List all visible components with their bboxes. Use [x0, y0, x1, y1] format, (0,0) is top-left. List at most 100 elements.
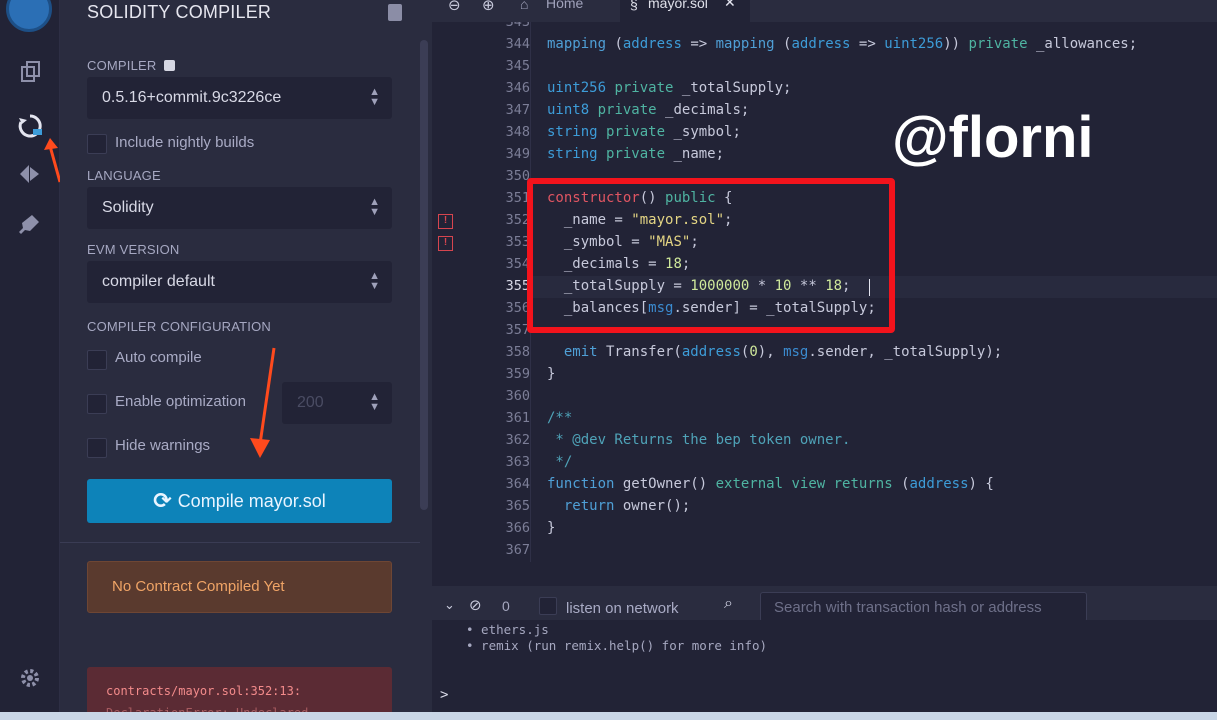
line-number: 360 — [505, 388, 530, 404]
remix-logo-icon[interactable] — [6, 0, 52, 32]
tab-home[interactable]: ⌂ Home — [520, 0, 612, 22]
status-alert: No Contract Compiled Yet — [87, 561, 392, 613]
line-number: 352 — [505, 212, 530, 228]
compile-button-label: Compile mayor.sol — [177, 490, 326, 511]
file-icon: § — [630, 0, 638, 12]
watermark-text: @florni — [892, 105, 1094, 170]
line-number: 365 — [505, 498, 530, 514]
tab-mayor-sol[interactable]: § mayor.sol ✕ — [620, 0, 750, 22]
optimization-runs-value: 200 — [297, 394, 324, 411]
zoom-in-icon[interactable]: ⊕ — [482, 0, 495, 14]
language-select[interactable]: Solidity ▲ ▼ — [87, 187, 392, 229]
compiler-version-select[interactable]: 0.5.16+commit.9c3226ce ▲ ▼ — [87, 77, 392, 119]
deploy-run-icon[interactable] — [14, 158, 46, 190]
os-taskbar — [0, 712, 1217, 720]
compile-button[interactable]: ⟳ Compile mayor.sol — [87, 479, 392, 523]
line-number: 344 — [505, 36, 530, 52]
line-number: 355 — [505, 278, 530, 294]
enable-optimization-label: Enable optimization — [115, 393, 246, 410]
hide-warnings-checkbox[interactable] — [87, 438, 107, 458]
tab-mayor-sol-label: mayor.sol — [648, 0, 708, 11]
line-number: 351 — [505, 190, 530, 206]
clear-console-icon[interactable]: ⊘ — [469, 596, 482, 614]
panel-scrollbar[interactable] — [420, 40, 428, 510]
compiler-config-label: COMPILER CONFIGURATION — [87, 319, 272, 334]
line-number: 359 — [505, 366, 530, 382]
line-number: 358 — [505, 344, 530, 360]
code-line: uint256 private _totalSupply; — [547, 80, 792, 96]
error-marker-icon[interactable]: ! — [438, 214, 453, 229]
line-number: 350 — [505, 168, 530, 184]
line-number: 347 — [505, 102, 530, 118]
terminal-line: • ethers.js — [466, 622, 549, 637]
compiler-label: COMPILER — [87, 58, 176, 73]
tab-home-label: Home — [546, 0, 584, 11]
line-number: 346 — [505, 80, 530, 96]
line-number: 349 — [505, 146, 530, 162]
code-line: mapping (address => mapping (address => … — [547, 36, 1138, 52]
auto-compile-label: Auto compile — [115, 349, 202, 366]
zoom-out-icon[interactable]: ⊖ — [448, 0, 461, 14]
compiler-info-icon[interactable] — [164, 60, 176, 71]
code-line: uint8 private _decimals; — [547, 102, 750, 118]
panel-title: SOLIDITY COMPILER — [87, 2, 272, 22]
stepper-arrows-icon[interactable]: ▲ ▼ — [369, 392, 380, 413]
refresh-icon: ⟳ — [153, 488, 172, 513]
home-icon: ⌂ — [520, 0, 529, 12]
terminal-prompt[interactable]: > — [440, 687, 448, 703]
red-arrow-annotation — [248, 346, 278, 465]
transaction-search-input[interactable]: Search with transaction hash or address — [760, 592, 1087, 622]
documentation-icon[interactable] — [388, 4, 402, 21]
line-number: 363 — [505, 454, 530, 470]
select-arrows-icon: ▲ ▼ — [369, 270, 380, 292]
error-marker-icon[interactable]: ! — [438, 236, 453, 251]
listen-network-checkbox[interactable] — [539, 597, 557, 615]
language-value: Solidity — [102, 199, 154, 216]
line-number: 348 — [505, 124, 530, 140]
terminal-output[interactable]: • ethers.js • remix (run remix.help() fo… — [432, 620, 1217, 712]
code-line: /** — [547, 410, 573, 426]
nightly-builds-label: Include nightly builds — [115, 134, 255, 151]
line-number: 353 — [505, 234, 530, 250]
settings-icon[interactable] — [14, 662, 46, 694]
line-number: 364 — [505, 476, 530, 492]
panel-divider — [60, 542, 420, 543]
nightly-builds-checkbox[interactable] — [87, 134, 107, 154]
compiler-panel: SOLIDITY COMPILER COMPILER 0.5.16+commit… — [60, 0, 432, 720]
code-line: string private _symbol; — [547, 124, 741, 140]
listen-network-label: listen on network — [566, 600, 679, 617]
pending-tx-count: 0 — [502, 598, 510, 614]
line-number: 356 — [505, 300, 530, 316]
evm-version-select[interactable]: compiler default ▲ ▼ — [87, 261, 392, 303]
search-icon: ⌕ — [724, 595, 733, 612]
auto-compile-checkbox[interactable] — [87, 350, 107, 370]
code-line: } — [547, 520, 556, 536]
icon-rail — [0, 0, 62, 712]
select-arrows-icon: ▲ ▼ — [369, 196, 380, 218]
plugin-icon[interactable] — [14, 208, 46, 240]
code-line: string private _name; — [547, 146, 725, 162]
code-line: function getOwner() external view return… — [547, 476, 994, 492]
select-arrows-icon: ▲ ▼ — [369, 86, 380, 108]
optimization-runs-input[interactable]: 200 ▲ ▼ — [282, 382, 392, 424]
status-message: No Contract Compiled Yet — [112, 578, 285, 595]
line-number: 362 — [505, 432, 530, 448]
code-line: } — [547, 366, 556, 382]
line-number: 357 — [505, 322, 530, 338]
enable-optimization-checkbox[interactable] — [87, 394, 107, 414]
code-line: emit Transfer(address(0), msg.sender, _t… — [563, 344, 1003, 360]
language-label: LANGUAGE — [87, 168, 161, 183]
solidity-compiler-icon[interactable] — [14, 110, 46, 142]
error-location: contracts/mayor.sol:352:13: — [106, 684, 302, 698]
code-editor[interactable]: 343 344 345 346 347 348 349 350 351 352 353 354 355 3… — [432, 22, 1217, 562]
search-placeholder: Search with transaction hash or address — [774, 599, 1042, 616]
close-icon[interactable]: ✕ — [724, 0, 736, 11]
line-number: 343 — [505, 22, 530, 30]
constructor-highlight-box — [527, 178, 895, 333]
line-number: 361 — [505, 410, 530, 426]
code-line: return owner(); — [563, 498, 691, 514]
collapse-terminal-icon[interactable]: ⌄ — [444, 597, 455, 613]
evm-version-label: EVM VERSION — [87, 242, 180, 257]
hide-warnings-label: Hide warnings — [115, 437, 211, 454]
file-explorer-icon[interactable] — [14, 56, 46, 88]
